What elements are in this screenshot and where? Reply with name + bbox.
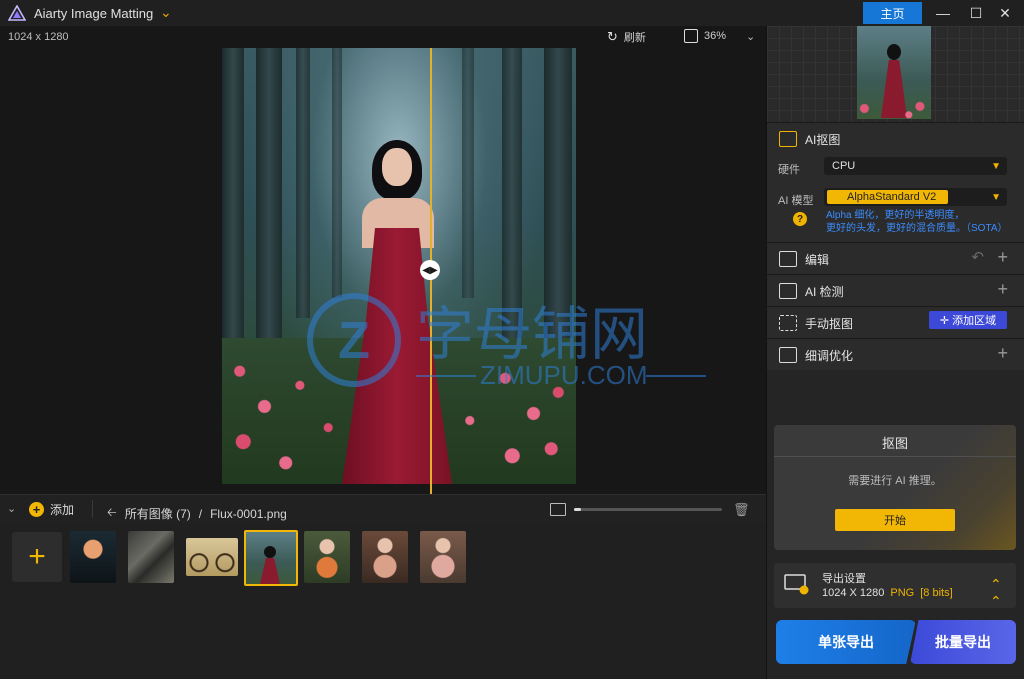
preview-thumbnail bbox=[857, 26, 931, 119]
ai-matting-title: AI抠图 bbox=[805, 133, 841, 147]
thumbnail-size-slider[interactable] bbox=[550, 503, 722, 516]
main-image[interactable] bbox=[222, 48, 576, 484]
back-arrow-icon[interactable]: 🡠 bbox=[107, 503, 117, 524]
woman-face bbox=[382, 148, 412, 186]
film-item-bicycle[interactable] bbox=[186, 538, 238, 576]
tree-trunk bbox=[222, 48, 244, 348]
add-image-tile[interactable]: + bbox=[12, 532, 62, 582]
export-settings[interactable] bbox=[774, 563, 1016, 608]
expand-plus-icon[interactable]: + bbox=[997, 279, 1008, 300]
zoom-value: 36% bbox=[704, 30, 727, 42]
add-label: 添加 bbox=[50, 503, 75, 517]
watermark-en: ZIMUPU.COM bbox=[480, 360, 648, 390]
start-button[interactable]: 开始 bbox=[835, 509, 955, 531]
film-item-woman-flowers-1[interactable] bbox=[362, 531, 408, 583]
tree-trunk bbox=[462, 48, 474, 298]
edit-section[interactable]: 编辑 ↶ + bbox=[767, 242, 1024, 274]
watermark: Z 字母铺网 ZIMUPU.COM bbox=[307, 293, 706, 390]
zoom-fit-icon bbox=[684, 29, 698, 43]
chevron-up-double-icon[interactable]: ⌃ ⌃ bbox=[990, 576, 1002, 610]
crosshair-icon: ✛ bbox=[939, 314, 950, 327]
ai-model-value: AlphaStandard V2 bbox=[827, 190, 949, 204]
image-icon bbox=[550, 503, 566, 516]
minimize-icon[interactable]: — bbox=[928, 3, 958, 23]
refine-title: 细调优化 bbox=[805, 349, 854, 363]
matting-card-message: 需要进行 AI 推理。 bbox=[848, 475, 942, 487]
divider bbox=[92, 500, 93, 518]
batch-export-button[interactable]: 批量导出 bbox=[910, 620, 1016, 664]
film-item-woman-flowers-2[interactable] bbox=[420, 531, 466, 583]
refine-icon bbox=[779, 347, 797, 363]
ai-detect-icon bbox=[779, 283, 797, 299]
breadcrumb-filename: Flux-0001.png bbox=[210, 506, 287, 521]
film-item-selected[interactable] bbox=[244, 530, 298, 586]
ai-detect-title: AI 检测 bbox=[805, 285, 844, 299]
edit-title: 编辑 bbox=[805, 253, 830, 267]
chevron-down-icon: ▼ bbox=[991, 160, 1001, 172]
hardware-label: 硬件 bbox=[778, 164, 800, 176]
export-settings-title: 导出设置 bbox=[822, 573, 866, 585]
film-item-rock-wood[interactable] bbox=[128, 531, 174, 583]
manual-matting-title: 手动抠图 bbox=[805, 317, 854, 331]
matting-card-title: 抠图 bbox=[881, 436, 908, 451]
export-format: PNG bbox=[890, 587, 915, 599]
refine-section[interactable]: 细调优化 + bbox=[767, 338, 1024, 370]
export-settings-info: 1024 X 1280 PNG [8 bits] bbox=[822, 587, 953, 599]
image-size-label: 1024 x 1280 bbox=[8, 31, 69, 43]
refresh-icon: ↻ bbox=[607, 29, 618, 44]
export-settings-icon bbox=[784, 574, 809, 595]
chevron-down-icon: ▼ bbox=[991, 191, 1001, 203]
slider-track[interactable] bbox=[574, 508, 722, 511]
manual-matting-icon bbox=[779, 315, 797, 331]
hardware-value: CPU bbox=[832, 160, 856, 172]
film-item-jellyfish[interactable] bbox=[70, 531, 116, 583]
breadcrumb-all-images[interactable]: 所有图像 (7) bbox=[125, 505, 191, 522]
film-item-woman-bouquet[interactable] bbox=[304, 531, 350, 583]
ai-matting-icon bbox=[779, 131, 797, 147]
tree-trunk bbox=[296, 48, 310, 318]
svg-text:Z: Z bbox=[338, 312, 370, 370]
breadcrumb-separator: / bbox=[198, 506, 203, 521]
export-bits: [8 bits] bbox=[920, 587, 953, 599]
export-dimensions: 1024 X 1280 bbox=[822, 587, 885, 599]
model-desc-line1: Alpha 细化，更好的半透明度， bbox=[826, 210, 965, 221]
plus-icon: + bbox=[29, 502, 44, 517]
add-region-button[interactable]: ✛ 添加区域 bbox=[929, 311, 1007, 329]
close-icon[interactable]: ✕ bbox=[990, 3, 1020, 23]
zoom-control[interactable]: 36% ⌄ bbox=[684, 29, 755, 43]
single-export-button[interactable]: 单张导出 bbox=[776, 620, 916, 664]
compare-handle-icon[interactable]: ◀▶ bbox=[420, 260, 440, 280]
trash-icon[interactable]: 🗑 bbox=[733, 502, 750, 518]
refresh-label: 刷新 bbox=[623, 32, 646, 44]
app-logo-icon bbox=[8, 5, 26, 21]
chevron-down-icon[interactable]: ⌄ bbox=[160, 4, 172, 21]
model-description: Alpha 细化，更好的半透明度， 更好的头发，更好的混合质量。（SOTA） bbox=[826, 209, 1016, 235]
edit-icon bbox=[779, 251, 797, 267]
home-button[interactable]: 主页 bbox=[863, 2, 922, 24]
divider bbox=[774, 456, 1016, 457]
watermark-cn: 字母铺网 bbox=[416, 300, 648, 368]
maximize-icon[interactable]: ☐ bbox=[961, 3, 991, 23]
tree-trunk bbox=[332, 48, 342, 298]
slider-fill bbox=[574, 508, 582, 511]
ai-detect-section[interactable]: AI 检测 + bbox=[767, 274, 1024, 306]
hardware-select[interactable]: CPU ▼ bbox=[824, 157, 1007, 175]
help-icon[interactable]: ? bbox=[793, 212, 807, 226]
model-desc-line2: 更好的头发，更好的混合质量。（SOTA） bbox=[826, 223, 1008, 234]
breadcrumb: 🡠 所有图像 (7) / Flux-0001.png bbox=[107, 503, 287, 524]
app-title: Aiarty Image Matting bbox=[34, 6, 154, 21]
expand-plus-icon[interactable]: + bbox=[997, 247, 1008, 268]
ai-model-select[interactable]: AlphaStandard V2 ▼ bbox=[824, 188, 1007, 206]
add-image-button[interactable]: + 添加 bbox=[29, 501, 74, 518]
add-region-label: 添加区域 bbox=[952, 315, 997, 327]
collapse-double-chevron-icon[interactable]: ⌄ bbox=[7, 502, 16, 515]
tree-trunk bbox=[256, 48, 282, 338]
undo-icon[interactable]: ↶ bbox=[971, 248, 984, 266]
chevron-down-icon: ⌄ bbox=[746, 30, 756, 43]
ai-model-label: AI 模型 bbox=[778, 195, 814, 207]
refresh-button[interactable]: ↻ 刷新 bbox=[607, 29, 646, 45]
expand-plus-icon[interactable]: + bbox=[997, 343, 1008, 364]
